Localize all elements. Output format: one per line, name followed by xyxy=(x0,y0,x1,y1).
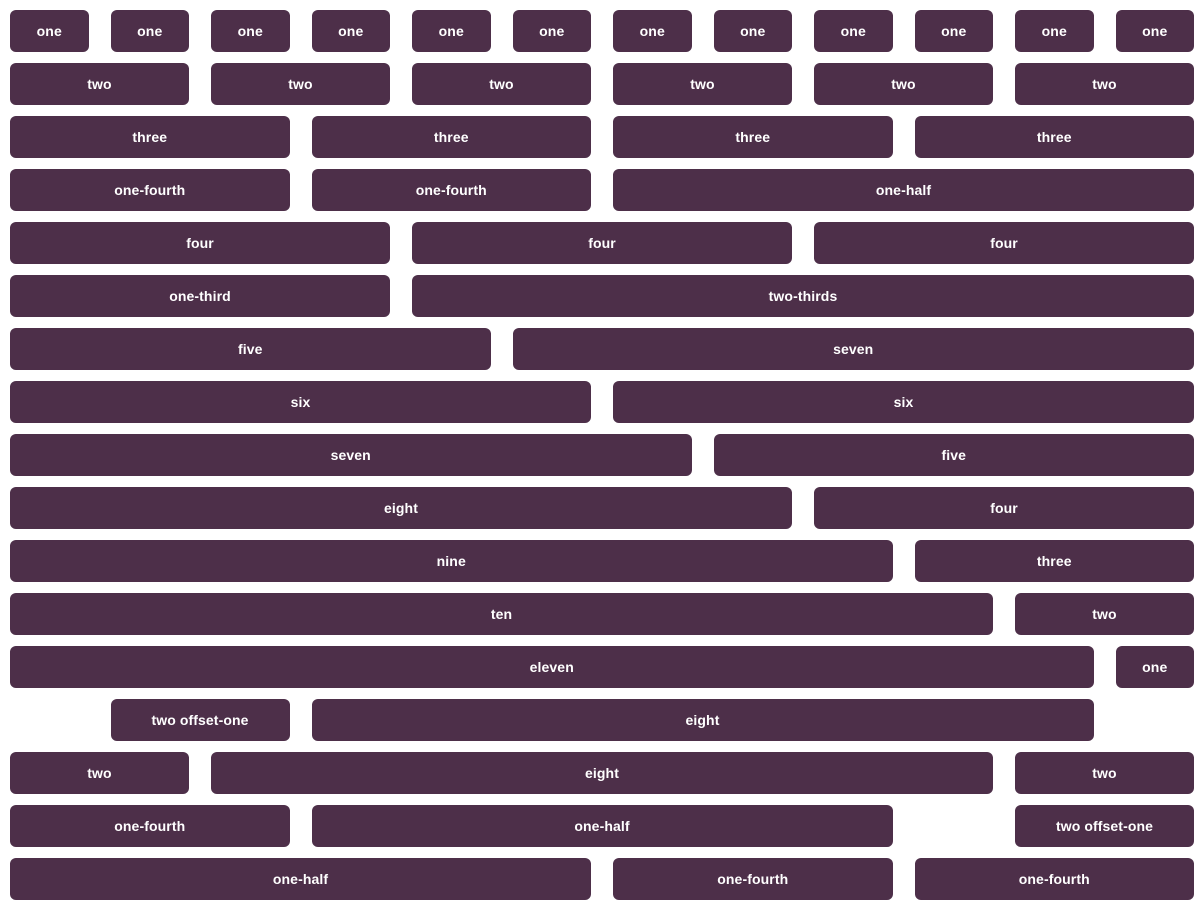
grid-cell: eight xyxy=(211,752,993,794)
grid-cell: two xyxy=(613,63,792,105)
row-two-eight-two: two eight two xyxy=(10,752,1194,794)
grid-cell: one xyxy=(613,10,692,52)
row-eleven-one: eleven one xyxy=(10,646,1194,688)
grid-cell: nine xyxy=(10,540,893,582)
grid-cell: one xyxy=(713,10,792,52)
grid-cell: one xyxy=(1015,10,1094,52)
grid-cell: two xyxy=(211,63,390,105)
row-six-twos: two two two two two two xyxy=(10,63,1194,105)
grid-cell: one xyxy=(914,10,993,52)
grid-cell: ten xyxy=(10,593,993,635)
grid-cell: two xyxy=(1015,63,1194,105)
grid-cell: two xyxy=(1015,752,1194,794)
grid-cell: one-half xyxy=(613,169,1194,211)
grid-cell: one-third xyxy=(10,275,390,317)
grid-cell: four xyxy=(814,487,1194,529)
grid-cell: one xyxy=(814,10,893,52)
row-fourth-half-two-offset-one: one-fourth one-half two offset-one xyxy=(10,805,1194,847)
grid-cell: one xyxy=(1115,646,1194,688)
grid-cell: four xyxy=(814,222,1194,264)
row-fourth-fourth-half: one-fourth one-fourth one-half xyxy=(10,169,1194,211)
grid-cell: two xyxy=(10,752,189,794)
grid-cell: one xyxy=(512,10,591,52)
grid-cell: two xyxy=(10,63,189,105)
grid-cell: seven xyxy=(512,328,1194,370)
grid-cell: three xyxy=(10,116,290,158)
grid-cell: one xyxy=(110,10,189,52)
grid-cell: four xyxy=(412,222,792,264)
row-seven-five: seven five xyxy=(10,434,1194,476)
grid-cell: four xyxy=(10,222,390,264)
row-six-six: six six xyxy=(10,381,1194,423)
grid-cell: one-fourth xyxy=(10,805,290,847)
grid-cell: one-fourth xyxy=(10,169,290,211)
grid-cell: seven xyxy=(10,434,692,476)
grid-cell: one xyxy=(311,10,390,52)
grid-cell: one xyxy=(1115,10,1194,52)
grid-cell: one-fourth xyxy=(613,858,893,900)
row-twelve-ones: one one one one one one one one one one one one xyxy=(10,10,1194,52)
grid-cell: five xyxy=(713,434,1194,476)
grid-demo-container: one one one one one one one one one one one one two t… xyxy=(0,0,1204,900)
grid-cell: one xyxy=(211,10,290,52)
grid-cell: five xyxy=(10,328,491,370)
row-half-fourth-fourth: one-half one-fourth one-fourth xyxy=(10,858,1194,900)
grid-cell: one-half xyxy=(311,805,893,847)
row-four-threes: three three three three xyxy=(10,116,1194,158)
grid-cell: six xyxy=(10,381,591,423)
row-five-seven: five seven xyxy=(10,328,1194,370)
row-nine-three: nine three xyxy=(10,540,1194,582)
grid-cell: one-fourth xyxy=(311,169,591,211)
grid-cell: three xyxy=(311,116,591,158)
row-eight-four: eight four xyxy=(10,487,1194,529)
grid-cell: three xyxy=(914,116,1194,158)
grid-cell: two xyxy=(814,63,993,105)
grid-cell: three xyxy=(613,116,893,158)
row-ten-two: ten two xyxy=(10,593,1194,635)
grid-cell: one-half xyxy=(10,858,591,900)
grid-cell: six xyxy=(613,381,1194,423)
row-three-fours: four four four xyxy=(10,222,1194,264)
row-two-offset-one-eight: two offset-one eight xyxy=(10,699,1194,741)
grid-cell: three xyxy=(914,540,1194,582)
grid-cell: two xyxy=(412,63,591,105)
grid-cell: eleven xyxy=(10,646,1094,688)
grid-cell: eight xyxy=(10,487,792,529)
grid-cell: one xyxy=(10,10,89,52)
row-third-twothirds: one-third two-thirds xyxy=(10,275,1194,317)
grid-cell: two offset-one xyxy=(110,699,290,741)
grid-cell: eight xyxy=(311,699,1094,741)
grid-cell: two xyxy=(1015,593,1194,635)
grid-cell: two offset-one xyxy=(1015,805,1194,847)
grid-cell: two-thirds xyxy=(412,275,1194,317)
grid-cell: one-fourth xyxy=(914,858,1194,900)
grid-cell: one xyxy=(412,10,491,52)
